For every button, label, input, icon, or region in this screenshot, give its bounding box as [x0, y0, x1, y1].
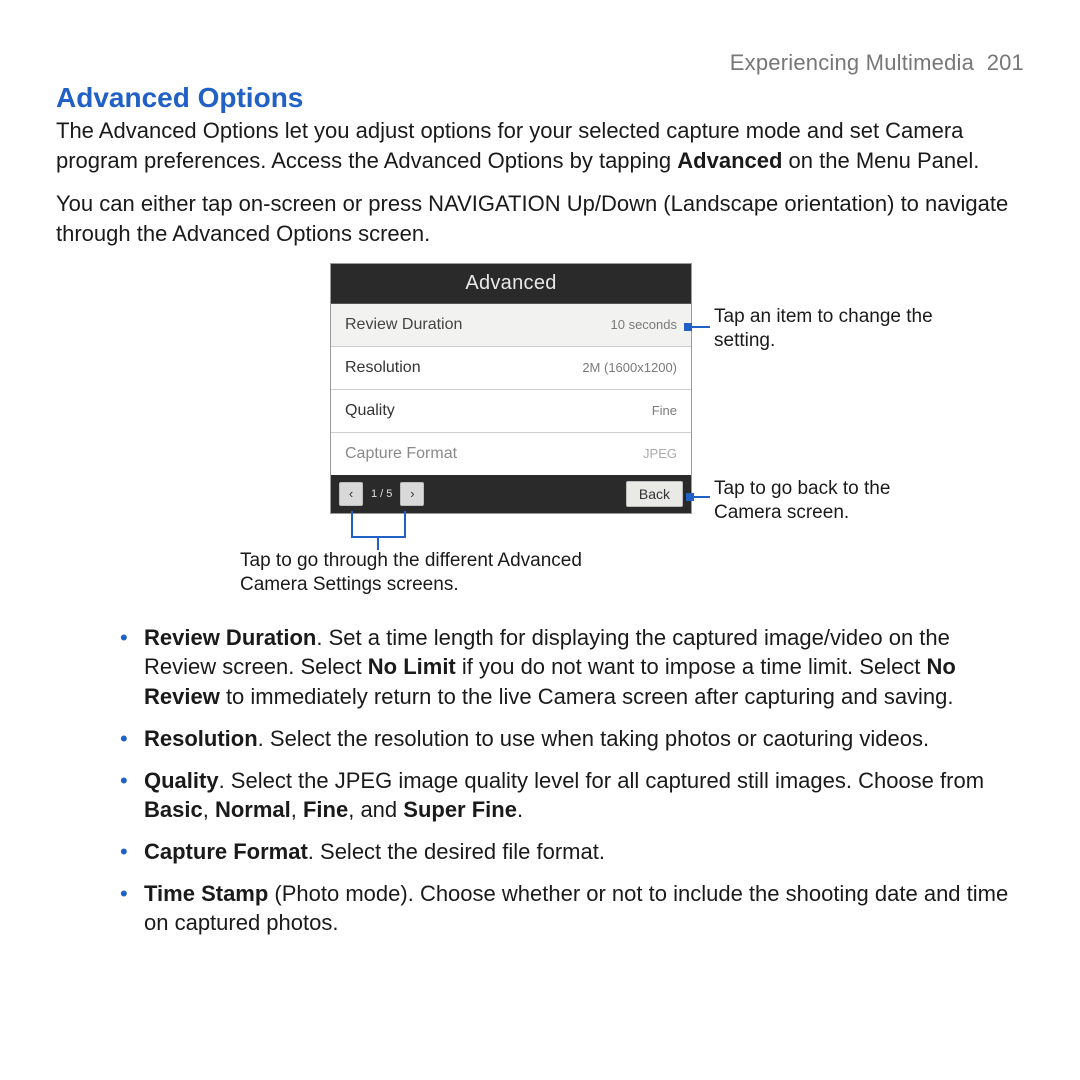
leader-line — [694, 496, 710, 498]
leader-line — [692, 326, 710, 328]
row-capture-format[interactable]: Capture Format JPEG — [331, 433, 691, 475]
row-resolution[interactable]: Resolution 2M (1600x1200) — [331, 347, 691, 390]
intro-paragraph-1: The Advanced Options let you adjust opti… — [56, 116, 1024, 175]
intro-paragraph-2: You can either tap on-screen or press NA… — [56, 189, 1024, 248]
device-screenshot: Advanced Review Duration 10 seconds Reso… — [330, 263, 692, 514]
pager: ‹ 1 / 5 › — [339, 482, 424, 506]
leader-node — [684, 323, 692, 331]
list-item: Quality. Select the JPEG image quality l… — [120, 766, 1024, 825]
callout-pager: Tap to go through the different Advanced… — [240, 549, 600, 597]
device-footer: ‹ 1 / 5 › Back — [331, 475, 691, 513]
feature-list: Review Duration. Set a time length for d… — [56, 623, 1024, 938]
prev-page-button[interactable]: ‹ — [339, 482, 363, 506]
chapter-name: Experiencing Multimedia — [730, 50, 974, 75]
leader-line — [351, 511, 353, 537]
row-label: Resolution — [345, 359, 421, 377]
device-title: Advanced — [331, 264, 691, 304]
chevron-right-icon: › — [410, 486, 414, 501]
row-quality[interactable]: Quality Fine — [331, 390, 691, 433]
row-label: Capture Format — [345, 445, 457, 463]
callout-back: Tap to go back to the Camera screen. — [714, 477, 944, 525]
row-review-duration[interactable]: Review Duration 10 seconds — [331, 304, 691, 347]
callout-tap-item: Tap an item to change the setting. — [714, 305, 934, 353]
list-item: Resolution. Select the resolution to use… — [120, 724, 1024, 754]
leader-line — [404, 511, 406, 537]
row-value: JPEG — [643, 446, 677, 461]
row-label: Quality — [345, 402, 395, 420]
leader-line — [377, 536, 379, 550]
list-item: Review Duration. Set a time length for d… — [120, 623, 1024, 712]
figure-advanced-screen: Advanced Review Duration 10 seconds Reso… — [130, 263, 950, 593]
running-header: Experiencing Multimedia 201 — [56, 50, 1024, 76]
row-value: 10 seconds — [611, 317, 678, 332]
list-item: Capture Format. Select the desired file … — [120, 837, 1024, 867]
list-item: Time Stamp (Photo mode). Choose whether … — [120, 879, 1024, 938]
page-indicator: 1 / 5 — [369, 488, 394, 500]
row-value: 2M (1600x1200) — [582, 360, 677, 375]
page-number: 201 — [987, 50, 1024, 75]
chevron-left-icon: ‹ — [349, 486, 353, 501]
section-title: Advanced Options — [56, 82, 1024, 114]
row-label: Review Duration — [345, 316, 462, 334]
row-value: Fine — [652, 403, 677, 418]
back-button[interactable]: Back — [626, 481, 683, 507]
leader-node — [686, 493, 694, 501]
next-page-button[interactable]: › — [400, 482, 424, 506]
